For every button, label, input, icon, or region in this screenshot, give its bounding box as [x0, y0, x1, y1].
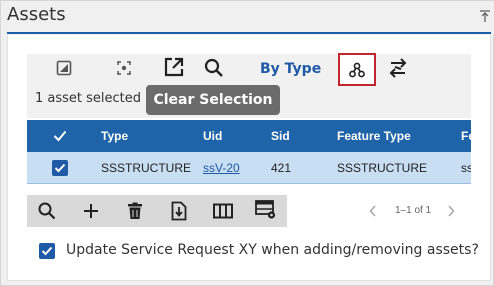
- column-header-fe[interactable]: Fe: [461, 120, 471, 152]
- chevron-left-icon[interactable]: [369, 205, 377, 217]
- asset-grid: Type Uid Sid Feature Type Fe SSSTRUCTURE…: [27, 120, 471, 184]
- check-icon: [54, 163, 66, 173]
- table-row[interactable]: SSSTRUCTURE ssV-20 421 SSSTRUCTURE ss: [27, 152, 471, 184]
- pager-text: 1–1 of 1: [395, 205, 432, 216]
- collapse-icon[interactable]: [479, 9, 491, 23]
- network-icon: [349, 62, 365, 77]
- add-icon[interactable]: [80, 200, 102, 222]
- search-icon[interactable]: [203, 57, 225, 79]
- header-divider: [7, 32, 491, 34]
- edit-image-icon[interactable]: [53, 57, 75, 79]
- network-trace-button[interactable]: [338, 53, 376, 86]
- swap-arrows-icon[interactable]: [387, 57, 409, 79]
- check-icon: [53, 130, 67, 142]
- by-type-button[interactable]: By Type: [260, 61, 321, 77]
- cell-uid-link[interactable]: ssV-20: [203, 152, 240, 184]
- panel-title: Assets: [7, 4, 66, 25]
- cell-type: SSSTRUCTURE: [101, 161, 192, 175]
- panel-header: Assets: [1, 1, 494, 35]
- open-external-icon[interactable]: [163, 56, 185, 78]
- table-settings-icon[interactable]: [255, 199, 277, 221]
- delete-icon[interactable]: [124, 200, 146, 222]
- column-header-uid[interactable]: Uid: [203, 120, 222, 152]
- column-header-sid[interactable]: Sid: [271, 120, 290, 152]
- clear-selection-button[interactable]: Clear Selection: [146, 85, 280, 115]
- select-all-checkbox[interactable]: [53, 120, 67, 152]
- update-service-request-label[interactable]: Update Service Request XY when adding/re…: [66, 242, 479, 258]
- columns-icon[interactable]: [212, 200, 234, 222]
- import-file-icon[interactable]: [168, 200, 190, 222]
- grid-toolbar: [27, 195, 287, 227]
- column-header-feature-type[interactable]: Feature Type: [337, 120, 411, 152]
- row-checkbox-box[interactable]: [52, 160, 68, 176]
- row-checkbox[interactable]: [52, 152, 68, 184]
- update-service-request-checkbox[interactable]: [39, 243, 55, 259]
- chevron-right-icon[interactable]: [447, 205, 455, 217]
- assets-panel: Assets By Type 1 asset selected Clear Se…: [0, 0, 494, 286]
- cell-feature-type: SSSTRUCTURE: [337, 161, 428, 175]
- selection-count: 1 asset selected: [35, 91, 142, 106]
- column-header-type[interactable]: Type: [101, 120, 128, 152]
- cell-sid: 421: [271, 161, 292, 175]
- search-icon[interactable]: [36, 200, 58, 222]
- cell-fe: ss: [461, 161, 471, 175]
- pager: 1–1 of 1: [363, 201, 463, 221]
- zoom-extent-icon[interactable]: [113, 57, 135, 79]
- grid-header: Type Uid Sid Feature Type Fe: [27, 120, 471, 152]
- check-icon: [41, 246, 53, 256]
